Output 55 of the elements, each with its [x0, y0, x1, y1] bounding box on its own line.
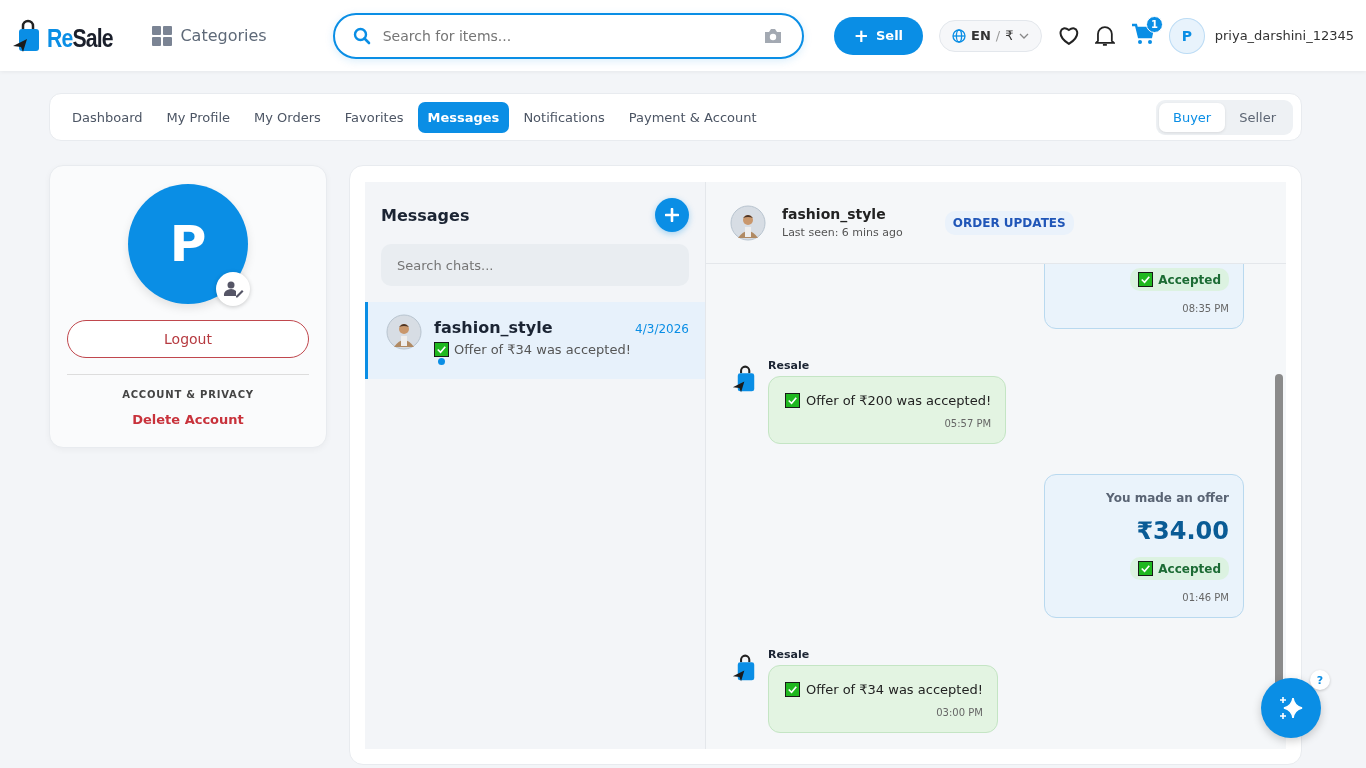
message-text: Offer of ₹200 was accepted! — [806, 393, 992, 408]
search-icon — [352, 26, 371, 45]
search-field[interactable]: Search for items... — [332, 12, 804, 59]
sparkle-icon — [1278, 695, 1304, 721]
bell-icon[interactable] — [1095, 24, 1116, 47]
sender-name: Resale — [768, 648, 811, 661]
offer-amount: ₹34.00 — [1136, 517, 1229, 545]
nav-tab[interactable]: My Profile — [156, 101, 240, 133]
plus-icon — [665, 208, 679, 222]
contact-name: fashion_style — [782, 206, 887, 222]
sender-name: Resale — [768, 359, 811, 372]
language-currency-selector[interactable]: EN / ₹ — [939, 19, 1042, 52]
username[interactable]: priya_darshini_12345 — [1214, 28, 1354, 43]
chevron-down-icon — [1018, 32, 1029, 39]
nav-tab[interactable]: Notifications — [513, 101, 615, 133]
grid-icon — [152, 25, 173, 46]
offer-label: You made an offer — [1106, 491, 1229, 505]
nav-tab[interactable]: Dashboard — [62, 101, 153, 133]
heart-icon[interactable] — [1057, 25, 1080, 46]
check-icon — [1138, 561, 1154, 576]
chat-preview: Offer of ₹34 was accepted! — [454, 342, 631, 357]
new-chat-button[interactable] — [655, 198, 689, 232]
camera-icon[interactable] — [763, 27, 782, 44]
delete-account-link[interactable]: Delete Account — [132, 412, 244, 427]
role-option[interactable]: Buyer — [1158, 102, 1226, 132]
logout-button[interactable]: Logout — [67, 320, 309, 358]
role-option[interactable]: Seller — [1225, 102, 1290, 132]
cart-icon[interactable] — [1131, 22, 1156, 45]
logo-text: ReSale — [47, 23, 113, 53]
check-icon — [785, 682, 800, 697]
globe-icon — [952, 28, 967, 43]
order-updates-tag: ORDER UPDATES — [944, 210, 1074, 235]
message-text: Offer of ₹34 was accepted! — [806, 682, 983, 697]
status-text: Accepted — [1158, 561, 1221, 576]
chat-item[interactable]: fashion_style 4/3/2026 Offer of ₹34 was accepted! — [365, 302, 705, 379]
check-icon — [785, 393, 800, 408]
message-time: 03:00 PM — [936, 707, 983, 718]
logo[interactable]: ReSale — [12, 18, 125, 53]
cart-count-badge: 1 — [1146, 15, 1164, 33]
status-text: Accepted — [1158, 272, 1221, 287]
panel-title: Messages — [381, 205, 470, 225]
message-time: 01:46 PM — [1182, 592, 1229, 603]
message-time: 08:35 PM — [1182, 303, 1229, 314]
chat-date: 4/3/2026 — [635, 322, 689, 336]
message-time: 05:57 PM — [944, 418, 992, 429]
chat-search-field[interactable]: Search chats... — [381, 244, 689, 286]
profile-avatar: P — [128, 184, 248, 304]
nav-tab[interactable]: My Orders — [244, 101, 331, 133]
check-icon — [434, 342, 449, 357]
last-seen: Last seen: 6 mins ago — [782, 226, 903, 239]
chat-name: fashion_style — [434, 318, 553, 337]
section-title: ACCOUNT & PRIVACY — [122, 389, 254, 400]
check-icon — [1138, 272, 1154, 287]
nav-tab[interactable]: Payment & Account — [618, 101, 767, 133]
nav-tab[interactable]: Favorites — [334, 101, 414, 133]
